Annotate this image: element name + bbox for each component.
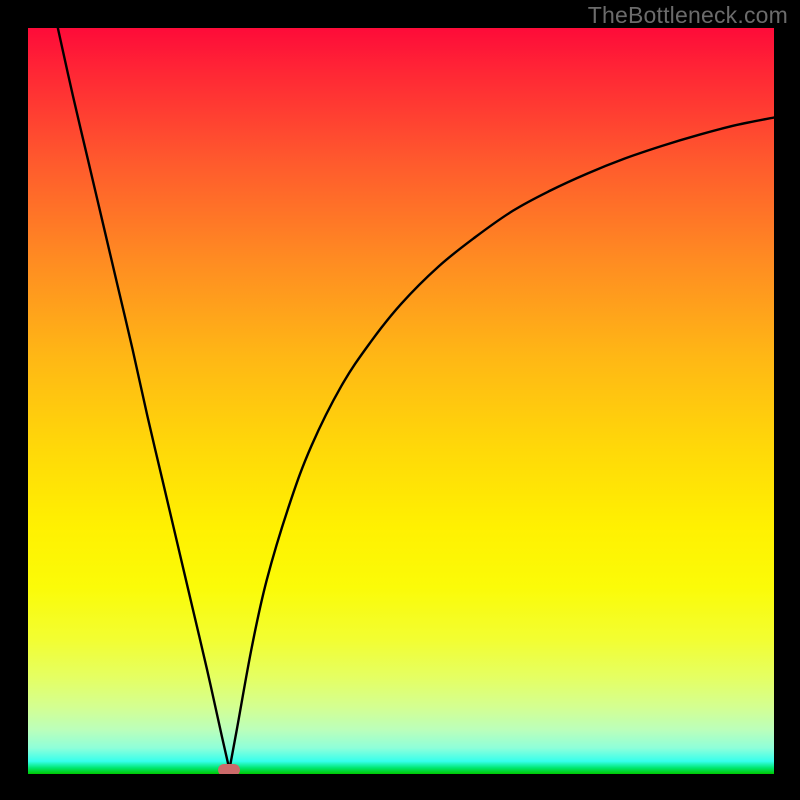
watermark-text: TheBottleneck.com [588,2,788,29]
curve-layer [28,28,774,774]
plot-area [28,28,774,774]
right-branch-curve [229,118,774,770]
tip-marker [218,764,240,774]
chart-frame: TheBottleneck.com [0,0,800,800]
left-branch-curve [58,28,230,770]
